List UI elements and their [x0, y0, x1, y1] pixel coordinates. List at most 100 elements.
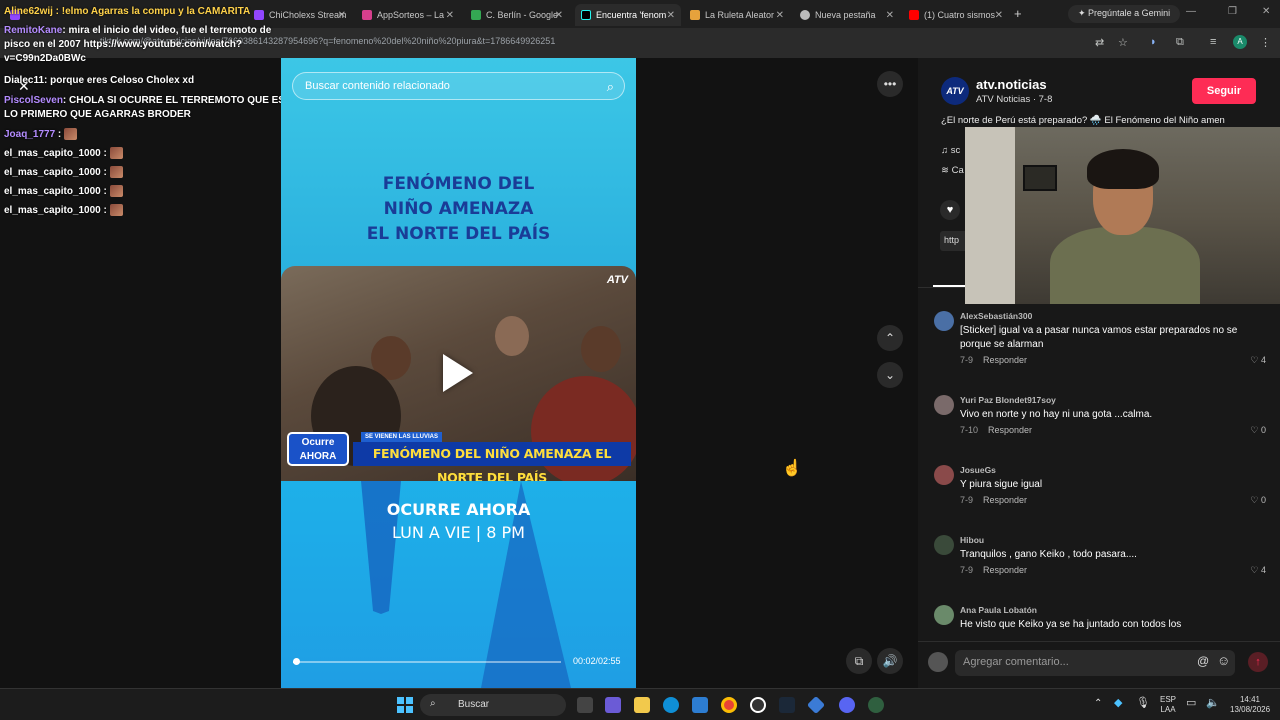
play-icon[interactable]	[443, 354, 473, 392]
reply-button[interactable]: Responder	[988, 425, 1032, 435]
volume-button[interactable]: 🔊	[877, 648, 903, 674]
close-icon[interactable]: ✕	[995, 10, 1003, 21]
taskbar: ⌕ Buscar ⌃ ◆ 🎙 ESP LAA ▭ 🔈 14:41 13/08/2026	[0, 688, 1280, 720]
user-avatar	[928, 652, 948, 672]
media-icon[interactable]: ≡	[1210, 36, 1216, 48]
maximize-button[interactable]: ❐	[1228, 6, 1237, 17]
extension-icon[interactable]: ◗	[1150, 36, 1157, 48]
commenter-name[interactable]: AlexSebastián300	[960, 311, 1032, 321]
webcam-overlay	[965, 127, 1280, 304]
send-icon[interactable]: ↑	[1248, 652, 1268, 672]
next-video-button[interactable]: ⌄	[877, 362, 903, 388]
close-icon[interactable]: ✕	[338, 10, 346, 21]
progress-bar[interactable]	[292, 658, 561, 665]
show-logo: Ocurre AHORA	[287, 432, 349, 466]
emote-icon	[109, 185, 123, 198]
previous-video-button[interactable]: ⌃	[877, 325, 903, 351]
profile-avatar[interactable]: A	[1233, 35, 1247, 49]
commenter-avatar[interactable]	[934, 535, 954, 555]
like-button[interactable]: ♡ 4	[1250, 565, 1266, 576]
chat-username: el_mas_capito_1000	[4, 148, 101, 159]
windows-start-icon[interactable]	[397, 697, 413, 713]
commenter-name[interactable]: JosueGs	[960, 465, 996, 475]
clock[interactable]: 14:41 13/08/2026	[1230, 695, 1270, 715]
related-search-input[interactable]: Buscar contenido relacionado ⌕	[292, 72, 625, 100]
wall-picture	[1023, 165, 1057, 191]
reply-button[interactable]: Responder	[983, 495, 1027, 505]
commenter-avatar[interactable]	[934, 465, 954, 485]
author-avatar[interactable]: ATV	[941, 77, 969, 105]
speaker-icon[interactable]: 🔈	[1206, 698, 1220, 709]
close-icon[interactable]: ✕	[776, 10, 784, 21]
microphone-icon[interactable]: 🎙	[1136, 698, 1150, 709]
emoji-icon[interactable]: ☺	[1217, 653, 1230, 668]
chat-username: RemitoKane	[4, 25, 63, 36]
chrome-icon[interactable]	[721, 697, 737, 713]
edge-icon[interactable]	[663, 697, 679, 713]
progress-handle[interactable]	[292, 658, 300, 665]
tab-appsorteos[interactable]: AppSorteos – La ✕	[356, 4, 460, 26]
store-icon[interactable]	[692, 697, 708, 713]
news-clip: ATV Ocurre AHORA SE VIENEN LAS LLUVIAS FE…	[281, 266, 636, 481]
gemini-button[interactable]: ✦ Pregúntale a Gemini	[1068, 5, 1181, 23]
task-view-icon[interactable]	[577, 697, 593, 713]
tab-ruleta[interactable]: La Ruleta Aleator ✕	[684, 4, 790, 26]
minimize-button[interactable]: —	[1186, 6, 1196, 17]
translate-icon[interactable]: ⇄	[1095, 36, 1104, 49]
file-explorer-icon[interactable]	[634, 697, 650, 713]
reply-button[interactable]: Responder	[983, 355, 1027, 365]
app-icon[interactable]	[605, 697, 621, 713]
app-icon[interactable]	[868, 697, 884, 713]
language-indicator[interactable]: ESP LAA	[1160, 695, 1176, 715]
tab-tiktok[interactable]: Encuentra 'fenom ✕	[575, 4, 681, 26]
tab-youtube[interactable]: (1) Cuatro sismos ✕	[903, 4, 1009, 26]
floating-player-button[interactable]: ⧉	[846, 648, 872, 674]
close-icon[interactable]: ✕	[667, 10, 675, 21]
comment-input[interactable]: Agregar comentario...	[955, 650, 1235, 676]
search-icon[interactable]: ⌕	[607, 79, 614, 95]
network-icon[interactable]: ▭	[1186, 698, 1196, 709]
like-button[interactable]: ♡ 0	[1250, 425, 1266, 436]
close-window-button[interactable]: ✕	[1262, 6, 1270, 17]
commenter-avatar[interactable]	[934, 311, 954, 331]
chat-line: RemitoKane: mira el inicio del video, fu…	[4, 25, 272, 64]
gemini-icon: ✦	[1078, 8, 1089, 18]
like-button[interactable]: ♡ 4	[1250, 355, 1266, 366]
emote-icon	[109, 204, 123, 217]
author-name[interactable]: atv.noticias	[976, 77, 1047, 92]
puzzle-icon[interactable]: ⧉	[1176, 36, 1184, 49]
emote-icon	[109, 166, 123, 179]
discord-icon[interactable]	[839, 697, 855, 713]
commenter-avatar[interactable]	[934, 605, 954, 625]
commenter-name[interactable]: Hibou	[960, 535, 984, 545]
taskbar-search[interactable]: ⌕ Buscar	[420, 694, 566, 716]
mention-icon[interactable]: @	[1197, 654, 1209, 668]
close-icon[interactable]: ✕	[555, 10, 563, 21]
tab-new[interactable]: Nueva pestaña ✕	[794, 4, 900, 26]
reply-button[interactable]: Responder	[983, 565, 1027, 575]
more-options-button[interactable]: •••	[877, 71, 903, 97]
tab-stream[interactable]: ChiCholexs Stream ✕	[248, 4, 352, 26]
video-player[interactable]: Buscar contenido relacionado ⌕ FENÓMENO D…	[281, 58, 636, 688]
commenter-name[interactable]: Yuri Paz Blondet917soy	[960, 395, 1056, 405]
close-icon[interactable]: ✕	[886, 10, 894, 21]
follow-button[interactable]: Seguir	[1192, 78, 1256, 104]
commenter-name[interactable]: Ana Paula Lobatón	[960, 605, 1037, 615]
obs-icon[interactable]	[750, 697, 766, 713]
music-row[interactable]: ♫ sc	[941, 145, 960, 156]
bookmark-star-icon[interactable]: ☆	[1118, 36, 1128, 49]
close-icon[interactable]: ✕	[446, 10, 454, 21]
app-icon[interactable]	[806, 695, 826, 715]
tray-chevron-icon[interactable]: ⌃	[1094, 699, 1102, 709]
tray-app-icon[interactable]: ◆	[1114, 698, 1122, 709]
like-button[interactable]: ♡ 0	[1250, 495, 1266, 506]
steam-icon[interactable]	[779, 697, 795, 713]
chat-line: Joaq_1777 :	[4, 128, 78, 142]
caption-row[interactable]: ≋ Ca	[941, 165, 964, 176]
menu-icon[interactable]: ⋮	[1260, 36, 1271, 49]
heart-icon[interactable]: ♥	[940, 200, 960, 220]
link-field[interactable]: http	[940, 231, 968, 251]
tab-maps[interactable]: C. Berlín - Google ✕	[465, 4, 569, 26]
commenter-avatar[interactable]	[934, 395, 954, 415]
new-tab-button[interactable]: +	[1014, 6, 1022, 21]
